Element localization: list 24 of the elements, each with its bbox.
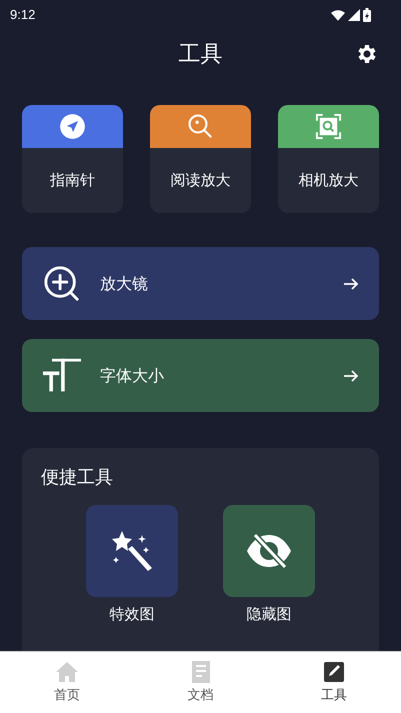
tool-tile[interactable]: 指南针 bbox=[22, 105, 123, 213]
tool-tile[interactable]: 阅读放大 bbox=[150, 105, 251, 213]
arrow-right-icon bbox=[343, 368, 359, 384]
wifi-icon bbox=[331, 10, 345, 20]
feature-banner[interactable]: 字体大小 bbox=[22, 339, 379, 412]
nav-tab[interactable]: 工具 bbox=[267, 652, 401, 713]
nav-tab[interactable]: 文档 bbox=[134, 652, 268, 713]
scan-frame-icon bbox=[315, 113, 342, 140]
tool-tile[interactable]: 相机放大 bbox=[278, 105, 379, 213]
pen-icon bbox=[322, 660, 346, 684]
quick-tool[interactable]: 隐藏图 bbox=[223, 505, 315, 626]
signal-icon bbox=[348, 9, 360, 21]
nav-tab[interactable]: 首页 bbox=[0, 652, 134, 713]
page-title: 工具 bbox=[178, 40, 222, 68]
magnifier-icon bbox=[187, 113, 214, 140]
arrow-right-icon bbox=[343, 276, 359, 292]
font-size-icon bbox=[43, 356, 81, 394]
feature-banner[interactable]: 放大镜 bbox=[22, 247, 379, 320]
battery-icon bbox=[363, 8, 371, 22]
quick-tool[interactable]: 特效图 bbox=[86, 505, 178, 626]
home-icon bbox=[54, 660, 79, 684]
zoom-in-icon bbox=[43, 264, 81, 302]
status-time: 9:12 bbox=[10, 6, 36, 24]
card-title: 便捷工具 bbox=[41, 466, 114, 490]
